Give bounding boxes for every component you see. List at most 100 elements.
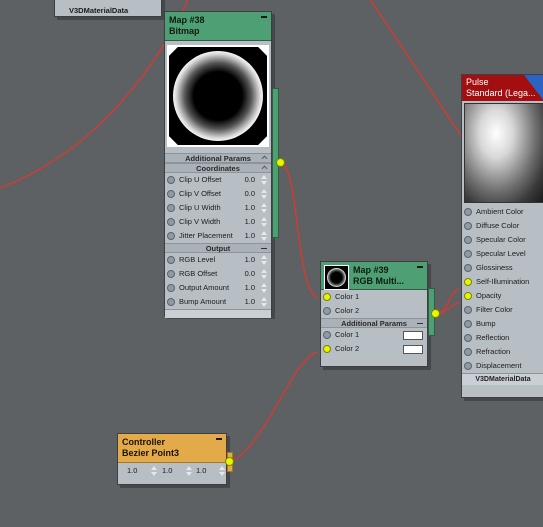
param-value[interactable]: 1.0 bbox=[233, 281, 255, 295]
slot-row[interactable]: Specular Color bbox=[462, 233, 543, 247]
standard-material-node[interactable]: Pulse Standard (Lega... Ambient Color Di… bbox=[461, 74, 543, 398]
input-socket[interactable] bbox=[167, 284, 175, 292]
param-value[interactable]: 1.0 bbox=[233, 215, 255, 229]
slot-row[interactable]: Opacity bbox=[462, 289, 543, 303]
section-output[interactable]: Output bbox=[165, 243, 271, 253]
x-value[interactable]: 1.0 bbox=[127, 466, 137, 475]
param-row[interactable]: RGB Level 1.0 bbox=[165, 253, 271, 267]
z-value[interactable]: 1.0 bbox=[196, 466, 206, 475]
input-socket[interactable] bbox=[464, 222, 472, 230]
spinner-icon[interactable] bbox=[260, 297, 267, 307]
spinner-icon[interactable] bbox=[260, 283, 267, 293]
param-value[interactable]: 0.0 bbox=[233, 173, 255, 187]
param-value[interactable]: 1.0 bbox=[233, 229, 255, 243]
color-swatch[interactable] bbox=[403, 345, 423, 354]
input-row[interactable]: Color 1 bbox=[321, 290, 427, 304]
param-row[interactable]: RGB Offset 0.0 bbox=[165, 267, 271, 281]
spinner-icon[interactable] bbox=[260, 231, 267, 241]
collapse-icon[interactable] bbox=[261, 16, 267, 18]
color-swatch[interactable] bbox=[403, 331, 423, 340]
spinner-icon[interactable] bbox=[260, 189, 267, 199]
slot-row[interactable]: Filter Color bbox=[462, 303, 543, 317]
input-socket[interactable] bbox=[167, 176, 175, 184]
rgb-multiply-node[interactable]: Map #39 RGB Multi... Color 1 Color 2 Add… bbox=[320, 261, 428, 367]
slot-row[interactable]: Diffuse Color bbox=[462, 219, 543, 233]
input-socket[interactable] bbox=[464, 348, 472, 356]
slot-row[interactable]: Bump bbox=[462, 317, 543, 331]
spinner-icon[interactable] bbox=[150, 466, 157, 476]
input-socket[interactable] bbox=[464, 250, 472, 258]
collapse-icon[interactable] bbox=[417, 266, 423, 268]
param-value[interactable]: 0.0 bbox=[233, 267, 255, 281]
output-socket[interactable] bbox=[225, 457, 234, 466]
param-value[interactable]: 1.0 bbox=[233, 201, 255, 215]
color-row[interactable]: Color 1 bbox=[321, 328, 427, 342]
spinner-icon[interactable] bbox=[260, 269, 267, 279]
input-socket-connected[interactable] bbox=[323, 293, 331, 301]
controller-node[interactable]: Controller Bezier Point3 1.0 1.0 1.0 bbox=[117, 433, 227, 485]
input-socket-connected[interactable] bbox=[464, 278, 472, 286]
input-socket[interactable] bbox=[464, 362, 472, 370]
param-value[interactable]: 0.0 bbox=[233, 187, 255, 201]
param-row[interactable]: Clip U Offset 0.0 bbox=[165, 173, 271, 187]
node-subtitle: RGB Multi... bbox=[353, 276, 404, 286]
input-socket[interactable] bbox=[464, 334, 472, 342]
section-additional-params[interactable]: Additional Params bbox=[321, 318, 427, 328]
param-row[interactable]: Clip U Width 1.0 bbox=[165, 201, 271, 215]
input-socket[interactable] bbox=[167, 232, 175, 240]
node-subtitle: Bitmap bbox=[169, 26, 200, 36]
node-title: Map #39 bbox=[353, 265, 389, 275]
input-socket[interactable] bbox=[167, 256, 175, 264]
node-header[interactable]: Map #38 Bitmap bbox=[165, 12, 271, 41]
input-socket[interactable] bbox=[464, 320, 472, 328]
slot-row[interactable]: Displacement bbox=[462, 359, 543, 373]
param-row[interactable]: Bump Amount 1.0 bbox=[165, 295, 271, 309]
spinner-icon[interactable] bbox=[218, 466, 225, 476]
output-socket[interactable] bbox=[431, 309, 440, 318]
param-value[interactable]: 1.0 bbox=[233, 253, 255, 267]
spinner-icon[interactable] bbox=[260, 175, 267, 185]
spinner-icon[interactable] bbox=[260, 217, 267, 227]
slot-row[interactable]: Glossiness bbox=[462, 261, 543, 275]
slot-row[interactable]: Refraction bbox=[462, 345, 543, 359]
slot-row[interactable]: Self-Illumination bbox=[462, 275, 543, 289]
param-row[interactable]: Clip V Width 1.0 bbox=[165, 215, 271, 229]
input-socket[interactable] bbox=[464, 306, 472, 314]
node-header[interactable]: Controller Bezier Point3 bbox=[118, 434, 226, 463]
collapse-icon[interactable] bbox=[216, 438, 222, 440]
y-value[interactable]: 1.0 bbox=[162, 466, 172, 475]
node-title: Pulse bbox=[466, 77, 489, 87]
input-socket[interactable] bbox=[167, 204, 175, 212]
param-row[interactable]: Clip V Offset 0.0 bbox=[165, 187, 271, 201]
node-header[interactable]: Pulse Standard (Lega... bbox=[462, 75, 543, 101]
input-row[interactable]: Color 2 bbox=[321, 304, 427, 318]
bitmap-map-node[interactable]: Map #38 Bitmap Additional Params Coordin… bbox=[164, 11, 272, 318]
input-socket[interactable] bbox=[323, 307, 331, 315]
input-socket[interactable] bbox=[323, 331, 331, 339]
input-socket[interactable] bbox=[167, 190, 175, 198]
slot-row[interactable]: Specular Level bbox=[462, 247, 543, 261]
input-socket[interactable] bbox=[167, 270, 175, 278]
output-socket[interactable] bbox=[276, 158, 285, 167]
spinner-icon[interactable] bbox=[185, 466, 192, 476]
color-row[interactable]: Color 2 bbox=[321, 342, 427, 356]
param-row[interactable]: Jitter Placement 1.0 bbox=[165, 229, 271, 243]
input-socket[interactable] bbox=[464, 208, 472, 216]
node-header[interactable]: Map #39 RGB Multi... bbox=[321, 262, 427, 290]
input-socket-connected[interactable] bbox=[323, 345, 331, 353]
section-coordinates[interactable]: Coordinates bbox=[165, 163, 271, 173]
slot-row[interactable]: Reflection bbox=[462, 331, 543, 345]
input-socket[interactable] bbox=[464, 236, 472, 244]
expand-icon bbox=[261, 165, 268, 172]
input-socket-connected[interactable] bbox=[464, 292, 472, 300]
input-socket[interactable] bbox=[167, 218, 175, 226]
v3d-material-node-partial[interactable]: V3DMaterialData bbox=[54, 0, 162, 17]
input-socket[interactable] bbox=[167, 298, 175, 306]
spinner-icon[interactable] bbox=[260, 203, 267, 213]
section-additional-params[interactable]: Additional Params bbox=[165, 153, 271, 163]
param-row[interactable]: Output Amount 1.0 bbox=[165, 281, 271, 295]
param-value[interactable]: 1.0 bbox=[233, 295, 255, 309]
input-socket[interactable] bbox=[464, 264, 472, 272]
slot-row[interactable]: Ambient Color bbox=[462, 205, 543, 219]
spinner-icon[interactable] bbox=[260, 255, 267, 265]
